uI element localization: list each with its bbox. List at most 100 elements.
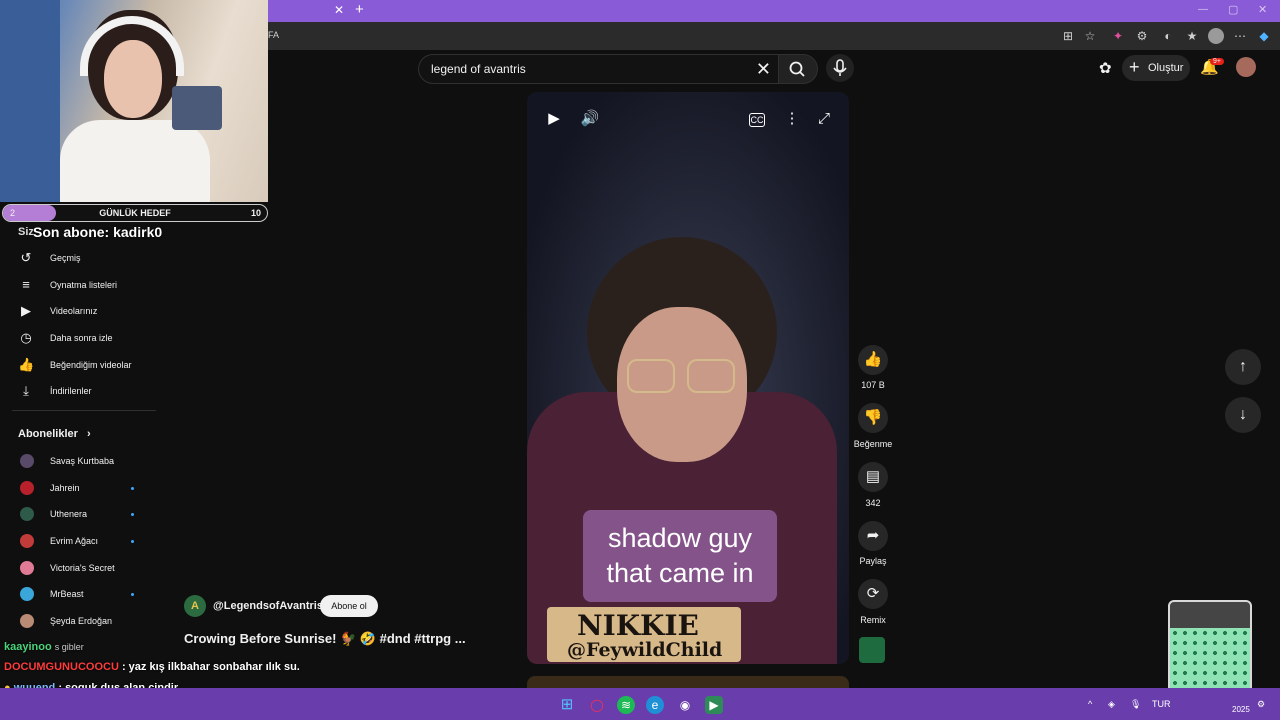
sidebar-item-liked-videos[interactable]: 👍 Beğendiğim videolar [0, 352, 156, 378]
sidebar-subscription[interactable]: Uthenera [0, 501, 156, 527]
next-short-button[interactable]: ↓ [1225, 397, 1261, 433]
you-section-heading: Siz [18, 226, 34, 238]
favorites-icon[interactable]: ★ [1184, 28, 1200, 44]
sidebar-item-downloads[interactable]: ⤓ İndirilenler [0, 378, 156, 404]
figurine [172, 86, 222, 130]
tray-app-icon[interactable]: ◈ [1108, 699, 1115, 710]
window-minimize-icon[interactable]: — [1198, 4, 1208, 15]
tab-close-icon[interactable]: ✕ [334, 3, 344, 17]
search-input[interactable]: legend of avantris [431, 55, 731, 83]
share-label: Paylaş [859, 556, 887, 566]
keyboard-language[interactable]: TUR [1152, 699, 1171, 709]
extension-icon[interactable]: ✦ [1110, 28, 1126, 44]
new-content-dot [131, 513, 134, 516]
copilot-icon[interactable]: ◆ [1256, 28, 1272, 44]
sidebar-subscription[interactable]: MrBeast [0, 581, 156, 607]
sidebar-subscription[interactable]: Şeyda Erdoğan [0, 608, 156, 634]
chat-text: : yaz kış ilkbahar sonbahar ılık su. [121, 661, 300, 673]
channel-avatar [20, 614, 34, 628]
volume-icon[interactable]: 🔊 [579, 108, 601, 130]
chat-message: DOCUMGUNUCOOCU : yaz kış ilkbahar sonbah… [4, 661, 300, 673]
clear-search-icon[interactable]: ✕ [756, 59, 771, 79]
nameplate-name: NIKKIE [577, 609, 699, 642]
download-icon: ⤓ [23, 383, 29, 398]
channel-avatar [20, 454, 34, 468]
search-button[interactable] [778, 54, 818, 84]
next-short-preview[interactable] [527, 676, 849, 688]
video-person-face [617, 307, 747, 462]
sidebar-item-watch-later[interactable]: ◷ Daha sonra izle [0, 325, 156, 351]
more-menu-icon[interactable]: ⋯ [1232, 28, 1248, 44]
create-button[interactable]: + Oluştur [1122, 55, 1190, 81]
tray-chevron-icon[interactable]: ^ [1088, 699, 1092, 709]
search-box[interactable]: legend of avantris ✕ [418, 54, 779, 84]
new-content-dot [131, 593, 134, 596]
sidebar-item-label: Videolarınız [50, 306, 98, 316]
plus-icon: + [1129, 57, 1140, 77]
captions-icon[interactable]: CC [749, 113, 765, 127]
sidebar-subscription[interactable]: Savaş Kurtbaba [0, 448, 156, 474]
profile-avatar[interactable] [1208, 28, 1224, 44]
new-content-dot [131, 540, 134, 543]
comments-button[interactable]: ▤ [858, 462, 888, 492]
channel-name[interactable]: @LegendsofAvantris [213, 600, 323, 612]
short-video-player[interactable]: ▶ 🔊 CC ⋮ ⤢ shadow guy that came in NIKKI… [527, 92, 849, 664]
window-close-icon[interactable]: ✕ [1258, 3, 1267, 16]
video-caption: shadow guy that came in [583, 510, 777, 602]
create-label: Oluştur [1148, 62, 1184, 74]
fullscreen-icon[interactable]: ⤢ [813, 108, 835, 130]
sidebar-item-playlists[interactable]: ≡ Oynatma listeleri [0, 272, 156, 298]
dislike-button[interactable]: 👎 [858, 403, 888, 433]
obs-icon[interactable]: ◉ [676, 696, 694, 714]
channel-avatar [20, 587, 34, 601]
account-avatar[interactable] [1236, 57, 1256, 77]
channel-avatar[interactable]: A [184, 595, 206, 617]
like-button[interactable]: 👍 [858, 345, 888, 375]
sound-thumbnail[interactable] [859, 637, 885, 663]
voice-search-button[interactable] [826, 54, 854, 82]
caption-line: that came in [606, 558, 754, 588]
caption-line: shadow guy [607, 523, 753, 553]
search-icon [789, 61, 805, 77]
favorite-star-icon[interactable]: ☆ [1082, 28, 1098, 44]
subscriptions-heading[interactable]: Abonelikler › [18, 428, 91, 440]
clock-year[interactable]: 2025 [1232, 705, 1250, 714]
microphone-icon [833, 59, 847, 76]
channel-avatar [20, 561, 34, 575]
channel-name: Jahrein [50, 483, 80, 493]
remix-button[interactable]: ⟳ [858, 579, 888, 609]
playlist-icon: ≡ [22, 277, 30, 292]
play-icon[interactable]: ▶ [543, 108, 565, 130]
sidebar-subscription[interactable]: Jahrein [0, 475, 156, 501]
spotify-icon[interactable]: ≋ [617, 696, 635, 714]
share-button[interactable]: ➦ [858, 521, 888, 551]
notification-center-icon[interactable]: ⚙ [1257, 699, 1265, 710]
extensions-puzzle-icon[interactable]: ⚙ [1134, 28, 1150, 44]
app-view-icon[interactable]: ⊞ [1060, 28, 1076, 44]
sidebar-item-your-videos[interactable]: ▶ Videolarınız [0, 298, 156, 324]
subscribe-button[interactable]: Abone ol [320, 595, 378, 617]
app-icon[interactable]: ▶ [705, 696, 723, 714]
new-tab-icon[interactable]: + [355, 1, 364, 18]
sidebar-subscription[interactable]: Victoria's Secret [0, 555, 156, 581]
daily-goal-target: 10 [250, 208, 261, 218]
address-url[interactable]: FA [268, 30, 279, 40]
split-screen-icon[interactable]: ◐ [1160, 28, 1176, 44]
short-title[interactable]: Crowing Before Sunrise! 🐓 🤣 #dnd #ttrpg … [184, 631, 466, 647]
daily-goal-label: GÜNLÜK HEDEF [99, 208, 171, 218]
dislike-label: Beğenme [853, 439, 893, 449]
wall-poster [0, 0, 60, 202]
previous-short-button[interactable]: ↑ [1225, 349, 1261, 385]
sidebar-item-history[interactable]: ↺ Geçmiş [0, 245, 156, 271]
tray-mic-icon[interactable]: 🎙 [1130, 699, 1141, 710]
edge-browser-icon[interactable]: e [646, 696, 664, 714]
windows-start-icon[interactable]: ⊞ [558, 696, 576, 714]
sidebar-subscription[interactable]: Evrim Ağacı [0, 528, 156, 554]
window-maximize-icon[interactable]: ▢ [1228, 3, 1238, 16]
more-options-icon[interactable]: ⋮ [781, 108, 803, 130]
nameplate-handle: @FeywildChild [567, 639, 723, 661]
channel-avatar [20, 507, 34, 521]
create-gift-icon[interactable]: ✿ [1099, 59, 1112, 77]
opera-gx-icon[interactable]: ◯ [588, 696, 606, 714]
chat-message: kaayinoo s gibler [4, 641, 84, 653]
